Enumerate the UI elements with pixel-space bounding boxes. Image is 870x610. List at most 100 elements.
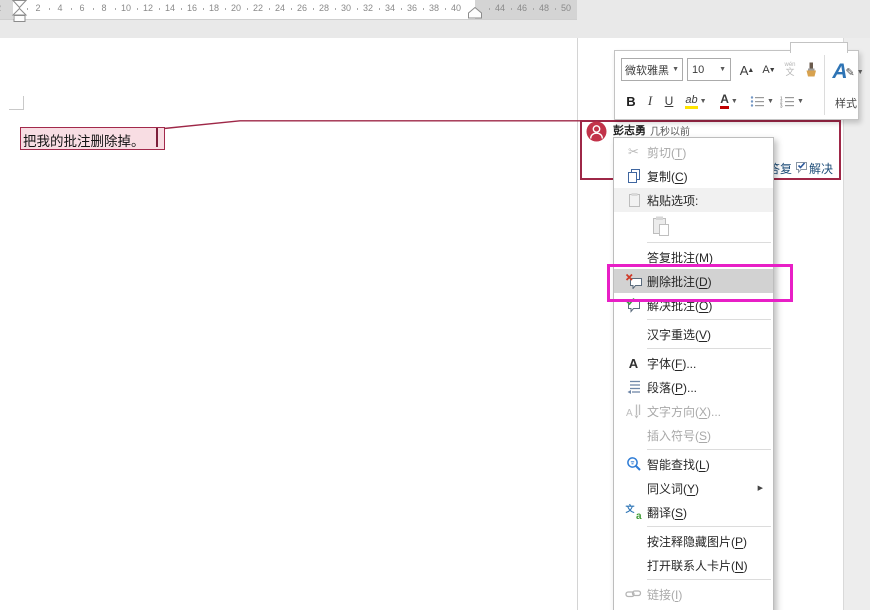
- menu-item-smart-lookup[interactable]: 智能查找(L): [614, 452, 773, 476]
- menu-item-copy[interactable]: 复制(C): [614, 164, 773, 188]
- numbered-list-button[interactable]: 1 2 3 ▼: [779, 89, 805, 113]
- submenu-arrow-icon: ▶: [758, 484, 763, 492]
- menu-item-label: 链接(I): [647, 586, 773, 603]
- menu-item-text-direction: A 文字方向(X)...: [614, 399, 773, 423]
- author-avatar-icon[interactable]: [586, 121, 607, 142]
- commented-text-highlight[interactable]: 把我的批注删除掉。: [20, 127, 165, 150]
- menu-item-label: 文字方向(X)...: [647, 403, 773, 420]
- word-app-window: 2 24681012141618202224262830323436384044…: [0, 0, 870, 610]
- ruler-number: 24: [273, 3, 287, 13]
- menu-separator: [647, 526, 771, 527]
- ruler-number: 44: [493, 3, 507, 13]
- font-color-button[interactable]: A▼: [715, 89, 743, 113]
- ruler-number: 8: [97, 3, 111, 13]
- ruler-tick: [445, 8, 446, 10]
- resolve-comment-icon[interactable]: [794, 159, 809, 174]
- menu-item-label: 按注释隐藏图片(P): [647, 533, 773, 550]
- ruler-tick: [335, 8, 336, 10]
- ruler-tick: [115, 8, 116, 10]
- menu-separator: [647, 449, 771, 450]
- comment-resolve-button[interactable]: 解决: [809, 160, 833, 177]
- ruler-tick: [181, 8, 182, 10]
- smart-lookup-icon: [620, 456, 647, 472]
- document-page[interactable]: [0, 38, 577, 610]
- context-menu: ✂剪切(T)复制(C)粘贴选项:答复批注(M)删除批注(D)解决批注(O)汉字重…: [613, 137, 774, 610]
- left-indent-markers-icon[interactable]: [11, 0, 29, 23]
- pen-icon: ✎: [846, 66, 855, 79]
- phonetic-guide-button[interactable]: wén 文: [781, 57, 799, 81]
- ruler-number: 28: [317, 3, 331, 13]
- ruler-number: 12: [141, 3, 155, 13]
- ruler-tick: [357, 8, 358, 10]
- text-direction-icon: A: [620, 403, 647, 419]
- ruler-tick: [49, 8, 50, 10]
- ruler-tick: [225, 8, 226, 10]
- format-painter-icon[interactable]: [801, 59, 821, 81]
- bold-button[interactable]: B: [621, 89, 641, 113]
- mini-format-toolbar: 微软雅黑 ▼ 10 ▼ A▲ A▼ wén 文 A✎▼ 样式 B I: [614, 50, 859, 120]
- document-text[interactable]: 把我的批注删除掉。: [21, 128, 164, 150]
- menu-item-translate[interactable]: 文a翻译(S): [614, 500, 773, 524]
- menu-item-hanzi-reselect[interactable]: 汉字重选(V): [614, 322, 773, 346]
- menu-item-paragraph[interactable]: 段落(P)...: [614, 375, 773, 399]
- margin-crop-mark-vertical: [23, 96, 24, 110]
- menu-item-font[interactable]: A字体(F)...: [614, 351, 773, 375]
- menu-item-hide-picture-by-annotation[interactable]: 按注释隐藏图片(P): [614, 529, 773, 553]
- menu-icon-placeholder: [620, 557, 647, 573]
- menu-separator: [647, 319, 771, 320]
- menu-icon-placeholder: [620, 427, 647, 443]
- ruler-tick: [93, 8, 94, 10]
- underline-button[interactable]: U: [659, 89, 679, 113]
- italic-button[interactable]: I: [642, 89, 658, 113]
- svg-text:A: A: [626, 408, 633, 419]
- ruler-tick: [137, 8, 138, 10]
- ruler-number: 30: [339, 3, 353, 13]
- ruler-number: 4: [53, 3, 67, 13]
- font-name-select[interactable]: 微软雅黑 ▼: [621, 58, 683, 81]
- menu-item-synonyms[interactable]: 同义词(Y)▶: [614, 476, 773, 500]
- shrink-font-button[interactable]: A▼: [759, 59, 779, 81]
- ruler-number: 26: [295, 3, 309, 13]
- text-cursor: [156, 128, 158, 147]
- chevron-down-icon[interactable]: ▼: [672, 66, 679, 73]
- font-name-value: 微软雅黑: [625, 62, 669, 78]
- ruler-number: 6: [75, 3, 89, 13]
- ruler-tick: [269, 8, 270, 10]
- paste-option-icon[interactable]: [648, 213, 674, 239]
- ruler-number: 16: [185, 3, 199, 13]
- styles-label: 样式: [824, 95, 868, 111]
- menu-item-label: 汉字重选(V): [647, 326, 773, 343]
- text-highlight-button[interactable]: ab▼: [681, 89, 711, 113]
- menu-item-paste-option-keep-text[interactable]: [614, 212, 773, 240]
- menu-item-label: 粘贴选项:: [647, 192, 773, 209]
- translate-icon: 文a: [620, 504, 647, 520]
- grow-font-button[interactable]: A▲: [737, 59, 757, 81]
- bullet-list-button[interactable]: ▼: [749, 89, 775, 113]
- ruler-number: 22: [251, 3, 265, 13]
- menu-item-open-contact-card[interactable]: 打开联系人卡片(N): [614, 553, 773, 577]
- ruler-number: 46: [515, 3, 529, 13]
- menu-item-paste-options[interactable]: 粘贴选项:: [614, 188, 773, 212]
- right-indent-marker-icon[interactable]: [466, 7, 484, 19]
- styles-gallery-button[interactable]: A✎▼: [828, 57, 868, 87]
- comment-author-name[interactable]: 彭志勇: [613, 122, 646, 138]
- ruler-tick: [533, 8, 534, 10]
- ruler-tick: [71, 8, 72, 10]
- horizontal-ruler[interactable]: 2 24681012141618202224262830323436384044…: [0, 0, 577, 20]
- ruler-number: 36: [405, 3, 419, 13]
- copy-icon: [620, 168, 647, 184]
- chevron-down-icon[interactable]: ▼: [719, 66, 726, 73]
- ruler-number: 20: [229, 3, 243, 13]
- ruler-tick: [511, 8, 512, 10]
- ruler-tick: [555, 8, 556, 10]
- panel-right-gutter: [843, 38, 870, 610]
- ruler-tick: [203, 8, 204, 10]
- link-icon: [620, 586, 647, 602]
- menu-separator: [647, 242, 771, 243]
- menu-item-label: 字体(F)...: [647, 355, 773, 372]
- menu-item-label: 答复批注(M): [647, 249, 773, 266]
- font-size-select[interactable]: 10 ▼: [687, 58, 731, 81]
- ruler-tick: [313, 8, 314, 10]
- menu-item-cut: ✂剪切(T): [614, 140, 773, 164]
- svg-text:3: 3: [780, 103, 783, 108]
